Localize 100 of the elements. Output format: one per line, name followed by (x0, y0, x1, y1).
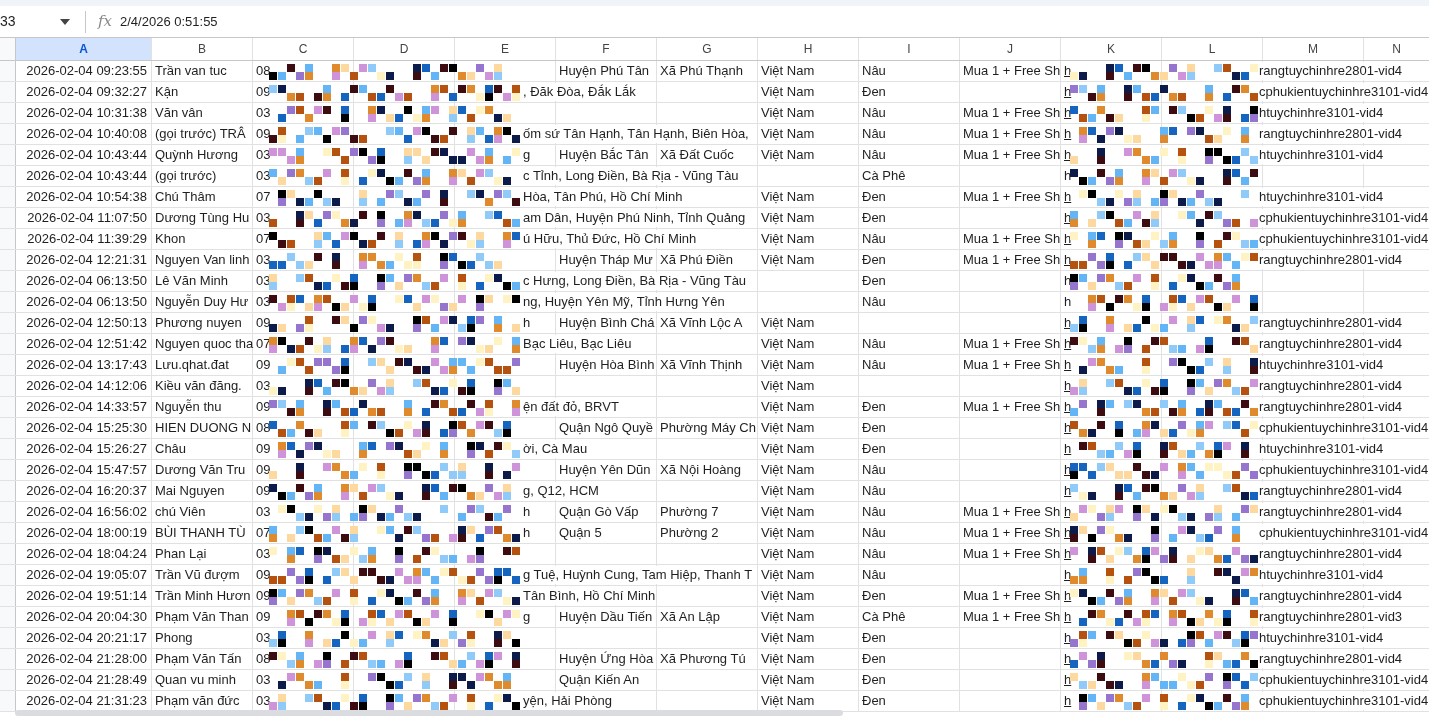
row-header[interactable] (0, 271, 16, 291)
table-cell-text: Huyện Dầu Tiến (559, 608, 653, 627)
row-header[interactable] (0, 586, 16, 606)
link[interactable]: h (1064, 124, 1072, 144)
table-cell-text: Mai Nguyen (155, 482, 225, 501)
table-cell-text: 08 (256, 62, 271, 81)
dropdown-caret-icon[interactable] (60, 18, 70, 25)
link[interactable]: h (1064, 82, 1072, 102)
link[interactable]: h (1064, 103, 1072, 123)
table-cell-text: 03 (256, 503, 271, 522)
row-header[interactable] (0, 145, 16, 165)
row-header[interactable] (0, 124, 16, 144)
row-header[interactable] (0, 523, 16, 543)
link[interactable]: h (1064, 145, 1072, 165)
table-cell-text: Việt Nam (761, 503, 815, 522)
row-header[interactable] (0, 376, 16, 396)
table-cell-text: Mua 1 + Free Sh (963, 524, 1061, 543)
table-cell-text: Huyện Hòa Bình (559, 356, 655, 375)
link[interactable]: h (1064, 565, 1072, 585)
table-cell-text: 2026-02-04 10:54:38 (26, 188, 147, 207)
row-header[interactable] (0, 187, 16, 207)
link[interactable]: h (1064, 502, 1072, 522)
table-cell-text: Quận 5 (559, 524, 602, 543)
row-header[interactable] (0, 460, 16, 480)
table-cell-text: Xã Vĩnh Lộc A (660, 314, 743, 333)
link[interactable]: h (1064, 355, 1072, 375)
link[interactable]: h (1064, 460, 1072, 480)
row-header[interactable] (0, 334, 16, 354)
link[interactable]: h (1064, 439, 1072, 459)
table-cell-text: 2026-02-04 15:25:30 (26, 419, 147, 438)
table-cell: am Dân, Huyện Phú Ninh, Tỉnh Quảng (523, 209, 746, 227)
row-header[interactable] (0, 418, 16, 438)
row-header[interactable] (0, 670, 16, 690)
table-cell-text: Mua 1 + Free Sh (963, 335, 1061, 354)
link[interactable]: h (1064, 313, 1072, 333)
table-cell-text: Xã Phú Thạnh (660, 62, 743, 81)
table-cell-text: Trần Minh Hươn (155, 587, 251, 606)
table-cell-text: Việt Nam (761, 146, 815, 165)
row-header[interactable] (0, 502, 16, 522)
table-cell: c Hưng, Long Điền, Bà Rịa - Vũng Tàu (523, 272, 747, 290)
table-cell-text: Việt Nam (761, 314, 815, 333)
link[interactable]: h (1064, 691, 1072, 711)
row-header[interactable] (0, 544, 16, 564)
table-cell-text: Mua 1 + Free Sh (963, 503, 1061, 522)
link[interactable]: h (1064, 523, 1072, 543)
link[interactable]: h (1064, 229, 1072, 249)
name-box[interactable]: 33 (0, 11, 60, 32)
link[interactable]: h (1064, 607, 1072, 627)
column-header[interactable]: A (16, 38, 152, 60)
table-cell-text: 2026-02-04 18:04:24 (26, 545, 147, 564)
link[interactable]: h (1064, 187, 1072, 207)
link[interactable]: h (1064, 334, 1072, 354)
link[interactable]: h (1064, 628, 1072, 648)
table-cell-text: (gọi trước) (155, 167, 217, 186)
row-header[interactable] (0, 397, 16, 417)
table-cell-text: 2026-02-04 15:47:57 (26, 461, 147, 480)
row-header[interactable] (0, 250, 16, 270)
select-all-corner[interactable] (0, 38, 16, 60)
row-header[interactable] (0, 355, 16, 375)
link[interactable]: h (1064, 250, 1072, 270)
table-cell-text: Mua 1 + Free Sh (963, 62, 1061, 81)
table-cell: rangtuychinhre2801-vid3 (1259, 608, 1403, 626)
row-header[interactable] (0, 481, 16, 501)
horizontal-scrollbar[interactable] (15, 710, 843, 716)
row-header[interactable] (0, 166, 16, 186)
row-header[interactable] (0, 103, 16, 123)
row-header[interactable] (0, 292, 16, 312)
link[interactable]: h (1064, 670, 1072, 690)
table-cell-text: Quận Ngô Quyề (559, 419, 653, 438)
table-cell: rangtuychinhre2801-vid4 (1259, 377, 1403, 395)
table-cell-text: Mua 1 + Free Sh (963, 356, 1061, 375)
link[interactable]: h (1064, 397, 1072, 417)
link[interactable]: h (1064, 649, 1072, 669)
row-header[interactable] (0, 208, 16, 228)
row-header[interactable] (0, 565, 16, 585)
row-header[interactable] (0, 649, 16, 669)
link[interactable]: h (1064, 61, 1072, 81)
formula-text[interactable]: 2/4/2026 0:51:55 (120, 11, 218, 32)
table-cell-text: Việt Nam (761, 650, 815, 669)
row-header[interactable] (0, 61, 16, 81)
table-cell: rangtuychinhre2801-vid4 (1259, 587, 1403, 605)
row-header[interactable] (0, 607, 16, 627)
table-cell-text: Việt Nam (761, 83, 815, 102)
link[interactable]: h (1064, 544, 1072, 564)
table-cell-text: Nâu (862, 503, 886, 522)
row-header[interactable] (0, 439, 16, 459)
table-cell-text: Mua 1 + Free Sh (963, 545, 1061, 564)
table-cell-text: Việt Nam (761, 482, 815, 501)
link[interactable]: h (1064, 376, 1072, 396)
row-header[interactable] (0, 691, 16, 711)
link[interactable]: h (1064, 208, 1072, 228)
link[interactable]: h (1064, 481, 1072, 501)
row-header[interactable] (0, 229, 16, 249)
row-header[interactable] (0, 82, 16, 102)
link[interactable]: h (1064, 586, 1072, 606)
row-header[interactable] (0, 313, 16, 333)
row-header[interactable] (0, 628, 16, 648)
link[interactable]: h (1064, 418, 1072, 438)
function-icon: fx (98, 10, 112, 33)
table-cell-text: Phạm Văn Tấn (155, 650, 242, 669)
